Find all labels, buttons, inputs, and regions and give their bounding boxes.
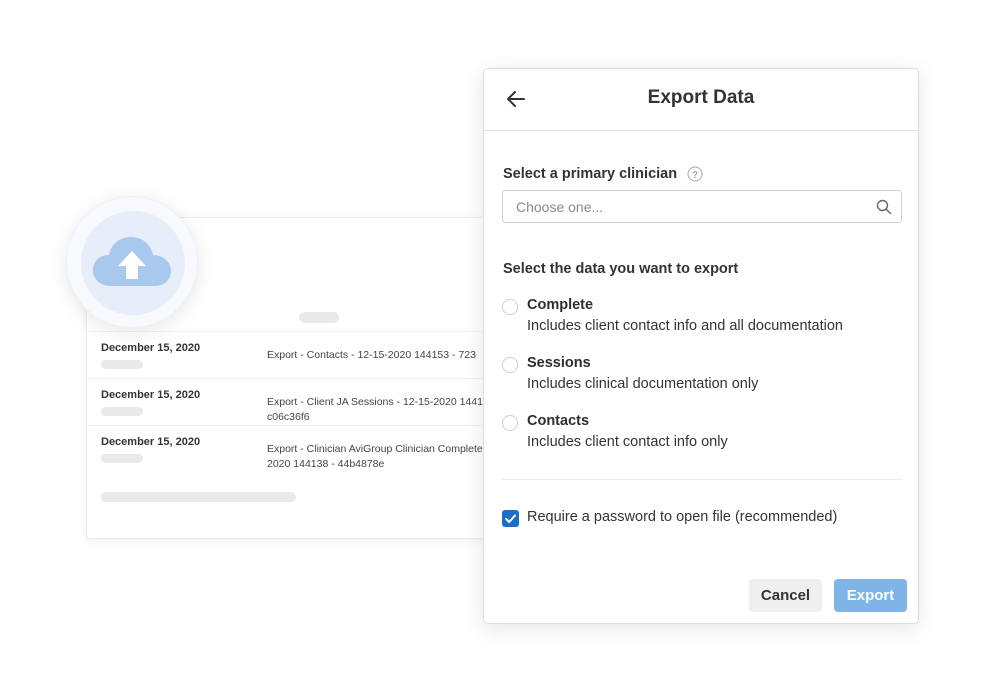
list-item[interactable]: December 15, 2020 Export - Clinician Avi… [87,425,505,472]
password-label: Require a password to open file (recomme… [527,509,838,525]
divider [502,479,902,480]
radio-complete[interactable] [502,299,518,315]
option-complete[interactable]: Complete Includes client contact info an… [502,297,902,345]
password-option[interactable]: Require a password to open file (recomme… [502,509,902,529]
radio-sessions[interactable] [502,357,518,373]
option-contacts[interactable]: Contacts Includes client contact info on… [502,413,902,461]
option-title: Complete [527,297,594,313]
option-description: Includes client contact info only [527,434,728,450]
list-item[interactable]: December 15, 2020 Export - Contacts - 12… [87,331,505,378]
row-date: December 15, 2020 [101,436,201,448]
checkmark-icon [505,514,516,523]
row-filename: Export - Clinician AviGroup Clinician Co… [267,443,483,470]
password-checkbox[interactable] [502,510,519,527]
help-icon[interactable]: ? [687,166,703,182]
placeholder-bar [101,360,143,369]
search-icon[interactable] [876,199,892,215]
row-date: December 15, 2020 [101,389,201,401]
export-data-modal: Export Data Select a primary clinician ?… [483,68,919,624]
modal-header: Export Data [484,69,918,131]
clinician-label: Select a primary clinician ? [503,166,703,182]
placeholder-bar [101,407,143,416]
row-filename: Export - Contacts - 12-15-2020 144153 - … [267,349,476,361]
option-sessions[interactable]: Sessions Includes clinical documentation… [502,355,902,403]
clinician-label-text: Select a primary clinician [503,166,678,182]
option-title: Sessions [527,355,591,371]
option-title: Contacts [527,413,590,429]
placeholder-bar [101,492,296,502]
option-description: Includes clinical documentation only [527,376,759,392]
modal-title: Export Data [647,87,755,108]
data-type-label: Select the data you want to export [503,261,739,277]
placeholder-bar [299,312,339,323]
svg-text:?: ? [692,170,698,181]
row-date: December 15, 2020 [101,342,201,354]
row-filename: Export - Client JA Sessions - 12-15-2020… [267,396,483,423]
upload-badge [66,196,198,328]
export-button[interactable]: Export [834,579,907,612]
clinician-select[interactable] [502,190,902,223]
cloud-upload-icon [93,237,171,286]
placeholder-bar [101,454,143,463]
option-description: Includes client contact info and all doc… [527,318,843,334]
cancel-button[interactable]: Cancel [749,579,822,612]
list-item[interactable]: December 15, 2020 Export - Client JA Ses… [87,378,505,425]
upload-badge-inner [81,211,185,315]
radio-contacts[interactable] [502,415,518,431]
clinician-search-input[interactable] [503,191,863,222]
